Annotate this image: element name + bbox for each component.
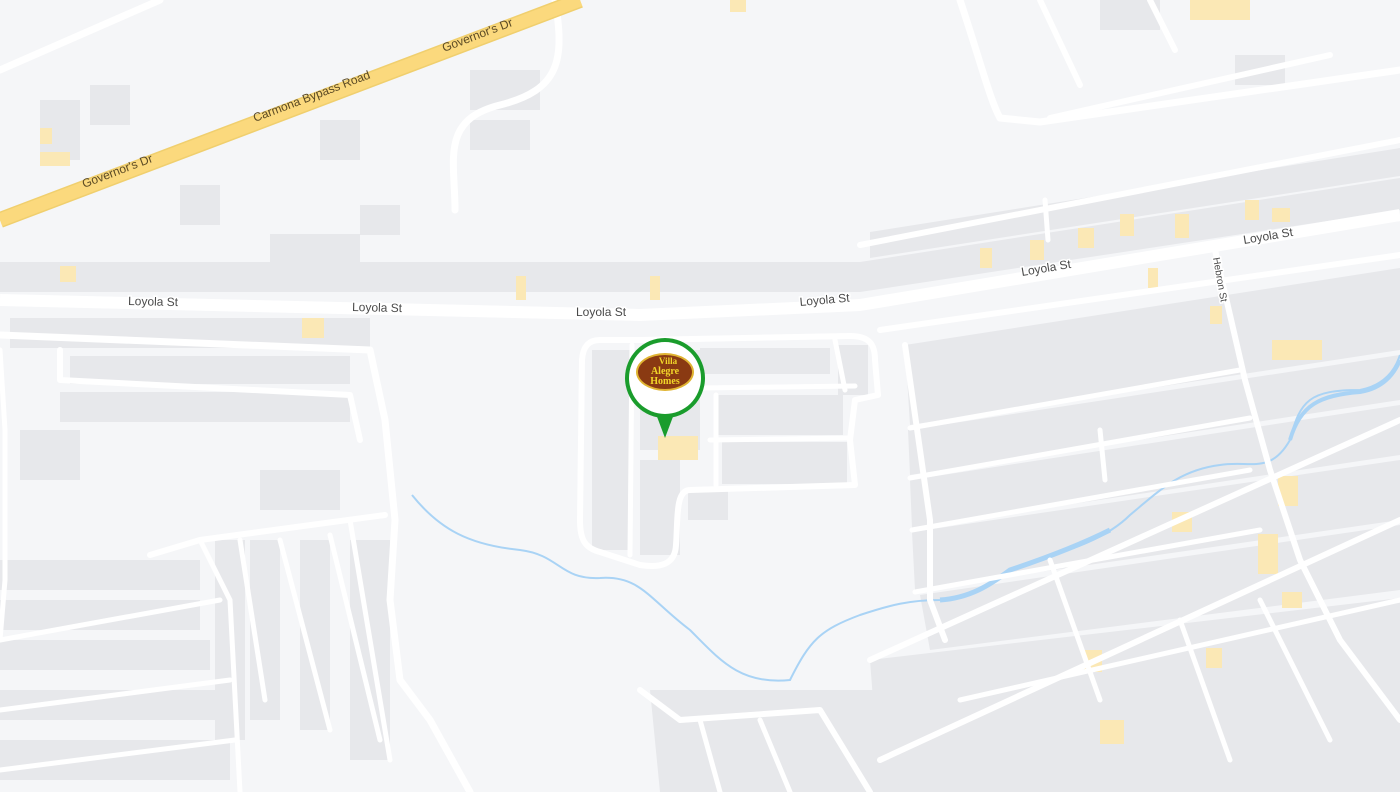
- map-svg[interactable]: Governor's Dr Carmona Bypass Road Govern…: [0, 0, 1400, 792]
- loyola-st-label-1: Loyola St: [128, 294, 179, 309]
- logo-line-1: Villa: [659, 356, 678, 366]
- map-canvas[interactable]: Governor's Dr Carmona Bypass Road Govern…: [0, 0, 1400, 792]
- villa-alegre-homes-logo: Villa Alegre Homes: [636, 353, 694, 391]
- logo-line-3: Homes: [650, 376, 680, 387]
- loyola-st-label-3: Loyola St: [576, 305, 627, 319]
- loyola-st-label-2: Loyola St: [352, 300, 403, 315]
